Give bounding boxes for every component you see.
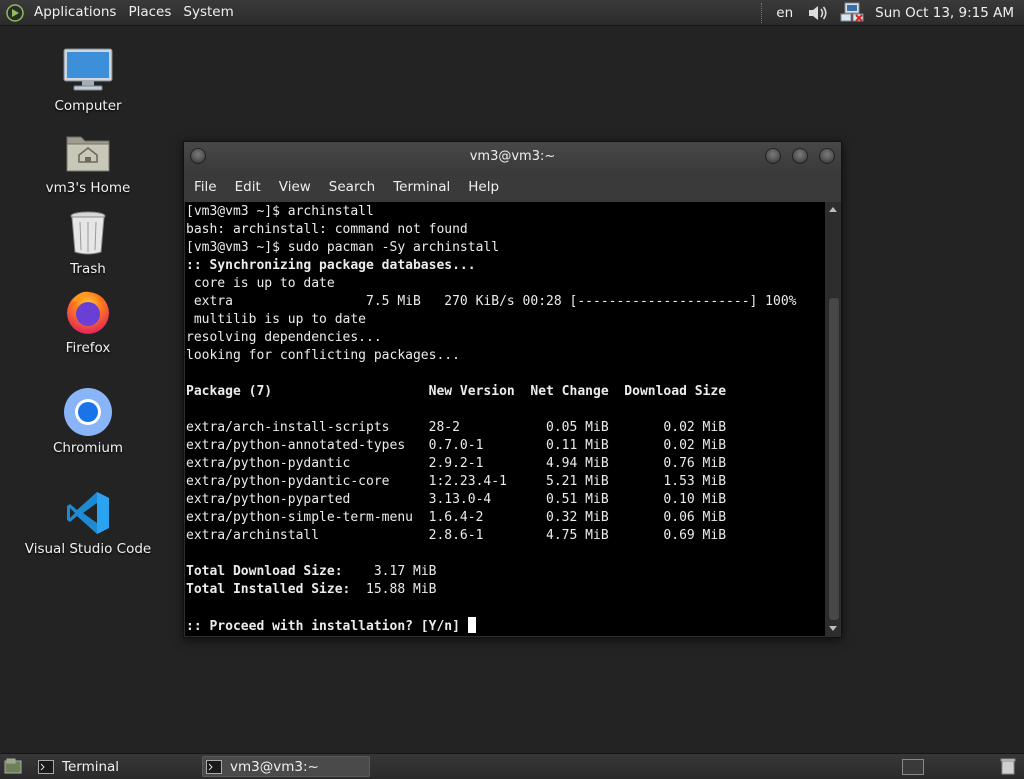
vscode-icon — [67, 492, 109, 534]
maximize-button[interactable] — [792, 148, 808, 164]
home-folder-icon — [66, 136, 110, 172]
terminal-line: :: Synchronizing package databases... — [186, 258, 476, 273]
terminal-line-label: Total Download Size: — [186, 564, 343, 579]
menu-system[interactable]: System — [177, 0, 239, 25]
terminal-window: vm3@vm3:~ File Edit View Search Terminal… — [183, 141, 842, 638]
taskbar-item-vm3-terminal[interactable]: vm3@vm3:~ — [202, 756, 370, 777]
terminal-menubar: File Edit View Search Terminal Help — [184, 172, 841, 202]
desktop-icon-label: Firefox — [65, 340, 111, 356]
terminal-line: Package (7) New Version Net Change Downl… — [186, 384, 727, 399]
terminal-line: extra/arch-install-scripts 28-2 0.05 MiB… — [186, 420, 727, 435]
top-menu: Applications Places System — [0, 0, 240, 25]
menu-places[interactable]: Places — [122, 0, 177, 25]
network-icon[interactable] — [839, 2, 865, 24]
desktop-icon-vscode[interactable]: Visual Studio Code — [23, 487, 153, 557]
terminal-line: resolving dependencies... — [186, 330, 382, 345]
scroll-down-arrow-icon[interactable] — [829, 626, 837, 631]
computer-icon — [63, 48, 113, 91]
top-panel-tray: en Sun Oct 13, 9:15 AM — [757, 0, 1024, 25]
window-titlebar[interactable]: vm3@vm3:~ — [184, 142, 841, 172]
terminal-line-label: Total Installed Size: — [186, 582, 351, 597]
terminal-line: [vm3@vm3 ~]$ archinstall — [186, 204, 374, 219]
trash-icon — [70, 211, 106, 255]
terminal-line: extra/python-pydantic-core 1:2.23.4-1 5.… — [186, 474, 727, 489]
desktop-icon-firefox[interactable]: Firefox — [23, 286, 153, 356]
volume-icon[interactable] — [807, 3, 829, 23]
menu-search[interactable]: Search — [320, 179, 384, 195]
close-button[interactable] — [819, 148, 835, 164]
terminal-line: Total Download Size: 3.17 MiB — [186, 564, 437, 579]
menu-file[interactable]: File — [184, 179, 226, 195]
firefox-icon — [67, 291, 109, 334]
chromium-icon — [64, 388, 112, 436]
terminal-line: extra/python-pyparted 3.13.0-4 0.51 MiB … — [186, 492, 727, 507]
menu-edit[interactable]: Edit — [226, 179, 270, 195]
taskbar-item-label: Terminal — [62, 758, 120, 775]
menu-applications[interactable]: Applications — [28, 0, 122, 25]
top-panel: Applications Places System en Sun Oct 13… — [0, 0, 1024, 26]
terminal-cursor — [467, 617, 476, 633]
desktop-icon-label: Computer — [54, 98, 122, 114]
taskbar-item-label: vm3@vm3:~ — [230, 758, 319, 775]
desktop-icon-trash[interactable]: Trash — [23, 207, 153, 277]
desktop-icon-label: vm3's Home — [45, 180, 131, 196]
terminal-line: bash: archinstall: command not found — [186, 222, 468, 237]
terminal-app-icon — [38, 759, 54, 774]
desktop-icon-label: Visual Studio Code — [24, 541, 152, 557]
desktop-icon-chromium[interactable]: Chromium — [23, 386, 153, 456]
terminal-line: looking for conflicting packages... — [186, 348, 460, 363]
minimize-button[interactable] — [765, 148, 781, 164]
keyboard-layout-indicator[interactable]: en — [768, 5, 801, 21]
desktop-icon-label: Trash — [70, 261, 106, 277]
scroll-up-arrow-icon[interactable] — [829, 207, 837, 212]
trash-applet-icon[interactable] — [1000, 757, 1016, 775]
workspace-switcher[interactable] — [902, 759, 924, 775]
terminal-line: extra/python-annotated-types 0.7.0-1 0.1… — [186, 438, 727, 453]
scrollbar-thumb[interactable] — [828, 297, 840, 621]
taskbar-item-terminal[interactable]: Terminal — [34, 756, 196, 777]
window-title: vm3@vm3:~ — [469, 149, 556, 164]
terminal-line: extra/archinstall 2.8.6-1 4.75 MiB 0.69 … — [186, 528, 727, 543]
show-desktop-icon[interactable] — [4, 758, 22, 774]
desktop-icon-label: Chromium — [52, 440, 124, 456]
terminal-line: multilib is up to date — [186, 312, 367, 327]
menu-terminal[interactable]: Terminal — [384, 179, 459, 195]
desktop-icon-computer[interactable]: Computer — [23, 44, 153, 114]
terminal-line: Total Installed Size: 15.88 MiB — [186, 582, 437, 597]
terminal-line: [vm3@vm3 ~]$ sudo pacman -Sy archinstall — [186, 240, 500, 255]
terminal-line: core is up to date — [186, 276, 335, 291]
panel-separator — [761, 2, 764, 23]
terminal-line: extra/python-pydantic 2.9.2-1 4.94 MiB 0… — [186, 456, 727, 471]
terminal-text: [vm3@vm3 ~]$ archinstall bash: archinsta… — [185, 202, 825, 636]
menu-view[interactable]: View — [270, 179, 320, 195]
terminal-line: extra/python-simple-term-menu 1.6.4-2 0.… — [186, 510, 727, 525]
bottom-panel: Terminal vm3@vm3:~ — [0, 753, 1024, 779]
clock[interactable]: Sun Oct 13, 9:15 AM — [869, 5, 1024, 21]
terminal-scrollbar[interactable] — [826, 202, 840, 636]
terminal-line: extra 7.5 MiB 270 KiB/s 00:28 [---------… — [186, 294, 797, 309]
terminal-line: :: Proceed with installation? [Y/n] — [186, 617, 476, 634]
desktop-icon-home[interactable]: vm3's Home — [23, 126, 153, 196]
menu-help[interactable]: Help — [459, 179, 508, 195]
terminal-output[interactable]: [vm3@vm3 ~]$ archinstall bash: archinsta… — [185, 202, 825, 636]
applications-logo-icon[interactable] — [6, 3, 24, 22]
terminal-app-icon — [206, 759, 222, 774]
